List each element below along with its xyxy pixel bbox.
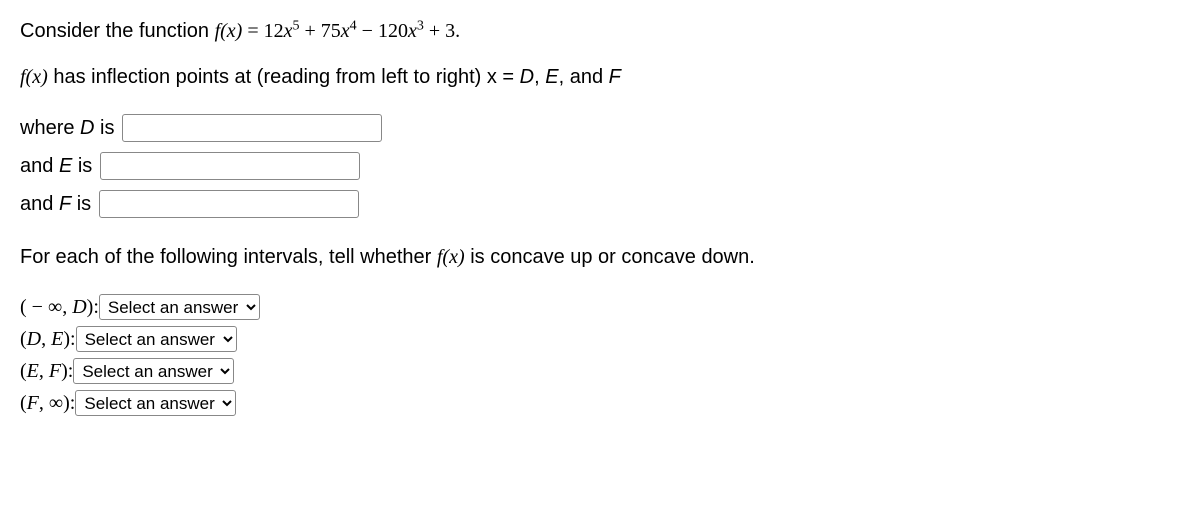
label-d: where D is	[20, 117, 114, 140]
input-row-f: and F is	[20, 190, 1180, 218]
select-interval-1[interactable]: Select an answer	[99, 294, 260, 320]
line1-prefix: Consider the function	[20, 20, 215, 42]
select-interval-2[interactable]: Select an answer	[76, 326, 237, 352]
select-interval-3[interactable]: Select an answer	[73, 358, 234, 384]
input-e[interactable]	[100, 152, 360, 180]
interval-row-1: ( − ∞, D): Select an answer	[20, 292, 1180, 322]
line2-text: has inflection points at (reading from l…	[48, 66, 520, 88]
input-row-d: where D is	[20, 114, 1180, 142]
input-d[interactable]	[122, 114, 382, 142]
interval-row-2: (D, E): Select an answer	[20, 324, 1180, 354]
input-row-e: and E is	[20, 152, 1180, 180]
function-expression: f(x) = 12x5 + 75x4 − 120x3 + 3.	[215, 20, 461, 42]
var-d: D	[520, 66, 534, 88]
problem-statement-line2: f(x) has inflection points at (reading f…	[20, 62, 1180, 92]
interval-label-3: (E, F):	[20, 356, 73, 386]
select-interval-4[interactable]: Select an answer	[75, 390, 236, 416]
problem-statement-line1: Consider the function f(x) = 12x5 + 75x4…	[20, 16, 1180, 46]
label-e: and E is	[20, 155, 92, 178]
var-e: E	[545, 66, 558, 88]
fx-symbol: f(x)	[20, 66, 48, 88]
interval-label-1: ( − ∞, D):	[20, 292, 99, 322]
interval-row-3: (E, F): Select an answer	[20, 356, 1180, 386]
fx-symbol-2: f(x)	[437, 246, 465, 268]
concavity-prompt: For each of the following intervals, tel…	[20, 242, 1180, 272]
label-f: and F is	[20, 193, 91, 216]
var-f: F	[609, 66, 621, 88]
interval-label-4: (F, ∞):	[20, 388, 75, 418]
interval-row-4: (F, ∞): Select an answer	[20, 388, 1180, 418]
interval-label-2: (D, E):	[20, 324, 76, 354]
input-f[interactable]	[99, 190, 359, 218]
